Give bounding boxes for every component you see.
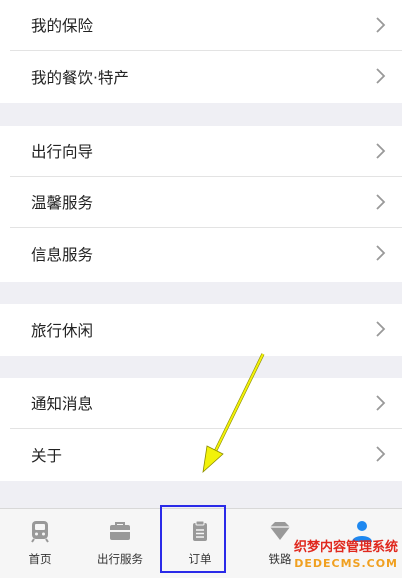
annotation-arrow	[202, 353, 265, 474]
